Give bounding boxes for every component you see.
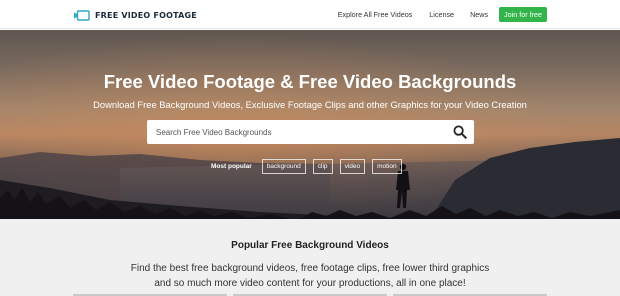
site-header: FREE VIDEO FOOTAGE Explore All Free Vide… [0, 0, 620, 29]
hero-banner: Free Video Footage & Free Video Backgrou… [0, 30, 620, 219]
nav-news-link[interactable]: News [470, 10, 488, 19]
tag-motion[interactable]: motion [372, 159, 402, 174]
logo-text: FREE VIDEO FOOTAGE [95, 10, 197, 20]
nav-license-link[interactable]: License [429, 10, 454, 19]
hero-title: Free Video Footage & Free Video Backgrou… [103, 71, 517, 92]
popular-section: Popular Free Background Videos Find the … [0, 219, 620, 296]
search-bar [147, 120, 474, 144]
hero-subtitle: Download Free Background Videos, Exclusi… [93, 99, 527, 110]
tag-video[interactable]: video [339, 159, 366, 174]
section-desc-line1: Find the best free background videos, fr… [130, 263, 490, 274]
video-camera-logo-icon [74, 9, 90, 21]
nav-explore-link[interactable]: Explore All Free Videos [338, 10, 413, 19]
search-input[interactable] [147, 120, 447, 144]
section-title: Popular Free Background Videos [231, 240, 389, 251]
tag-clip[interactable]: clip [312, 159, 333, 174]
join-button[interactable]: Join for free [499, 7, 547, 22]
popular-tags: Most popular background clip video motio… [211, 159, 409, 174]
popular-label: Most popular [211, 163, 252, 170]
search-icon[interactable] [453, 125, 467, 139]
main-nav: Explore All Free Videos License News Joi… [338, 7, 547, 22]
site-logo[interactable]: FREE VIDEO FOOTAGE [74, 8, 197, 22]
section-description: Find the best free background videos, fr… [0, 261, 620, 291]
tag-background[interactable]: background [261, 159, 306, 174]
section-desc-line2: and so much more video content for your … [154, 278, 466, 289]
